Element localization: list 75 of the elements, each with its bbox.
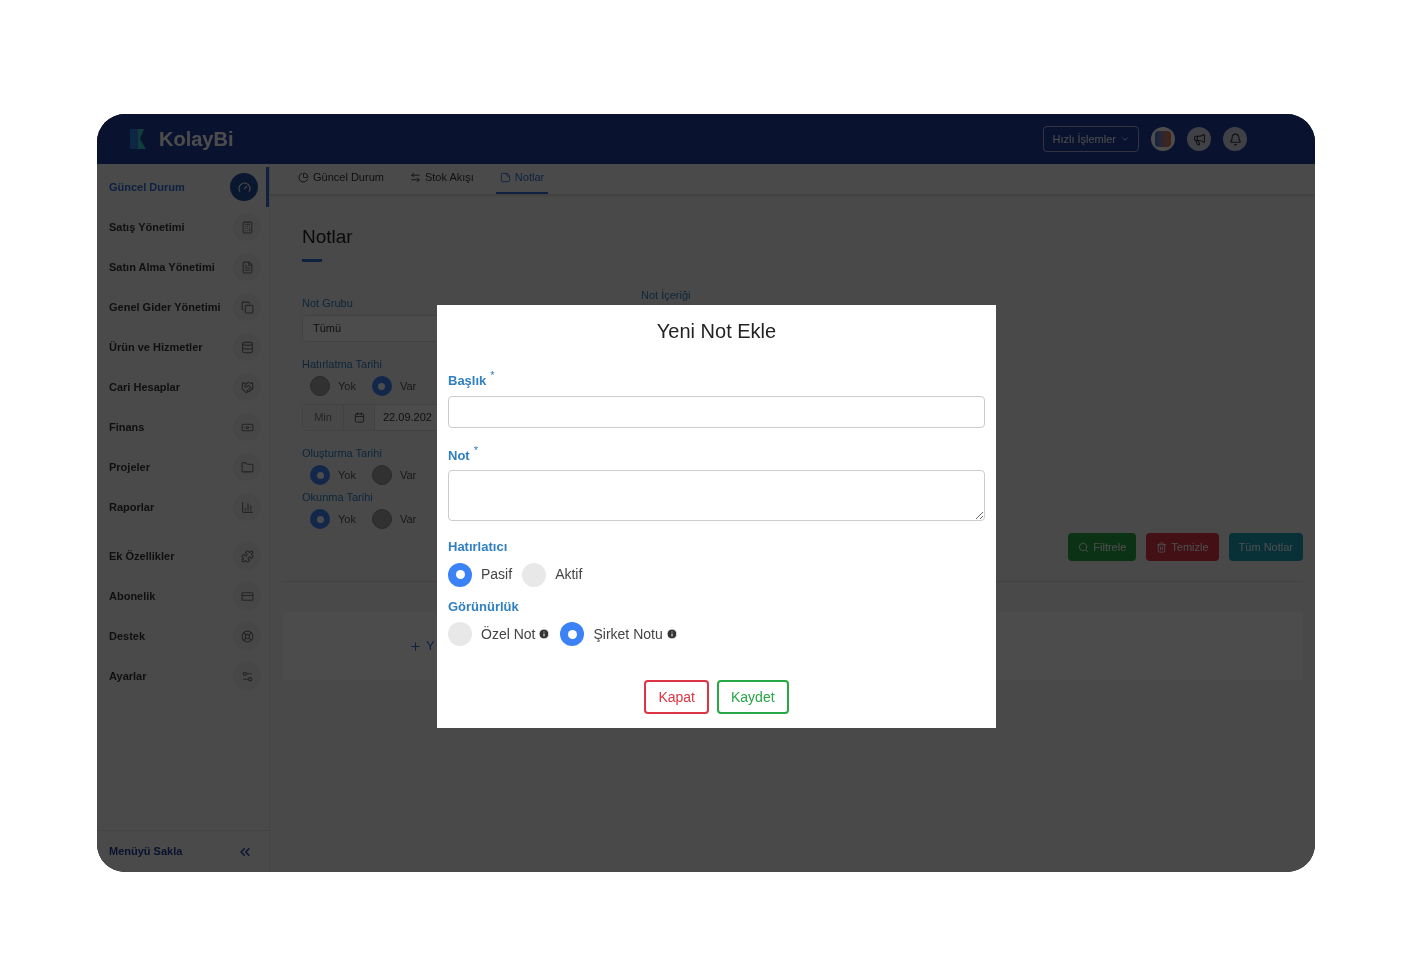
gauge-icon (237, 180, 251, 194)
avatar[interactable] (1151, 127, 1175, 151)
field-label: Başlık (448, 372, 487, 390)
hide-menu-button[interactable]: Menüyü Sakla (97, 830, 269, 872)
handshake-icon (240, 380, 254, 394)
announcement-button[interactable] (1187, 127, 1211, 151)
sidebar-item[interactable]: Satış Yönetimi (97, 207, 269, 247)
tab[interactable]: Güncel Durum (294, 163, 388, 194)
field-label: Hatırlatma Tarihi (302, 357, 382, 372)
bell-icon (1228, 132, 1242, 146)
sidebar-item[interactable]: Cari Hesaplar (97, 367, 269, 407)
add-note-button[interactable]: Y (409, 636, 435, 656)
sidebar-item[interactable]: Ek Özellikler (97, 536, 269, 576)
notification-button[interactable] (1223, 127, 1247, 151)
field-label: Hatırlatıcı (448, 538, 509, 556)
radio-label: Şirket Notu (593, 624, 663, 644)
field-label: Okunma Tarihi (302, 490, 373, 505)
radio-button[interactable] (371, 376, 392, 396)
radio-label: Aktif (555, 565, 583, 584)
sidebar-item[interactable]: Abonelik (97, 576, 269, 616)
field-label: Not (448, 446, 470, 465)
puzzle-icon (240, 549, 254, 563)
radio-button[interactable] (310, 509, 330, 529)
field-label: Not Grubu (302, 296, 354, 311)
bar-chart-icon (240, 500, 254, 514)
document-icon (240, 260, 254, 274)
sidebar-item[interactable]: Satın Alma Yönetimi (97, 247, 269, 287)
sidebar-item[interactable]: Raporlar (97, 487, 269, 527)
trash-icon (1156, 541, 1168, 553)
save-button[interactable]: Kaydet (717, 680, 789, 714)
calculator-icon (240, 220, 254, 234)
radio-button[interactable] (310, 465, 330, 485)
radio-label: Pasif (481, 565, 513, 584)
sidebar-item[interactable]: Ürün ve Hizmetler (97, 327, 269, 367)
sidebar-item[interactable]: Güncel Durum (97, 167, 269, 207)
sidebar-item[interactable]: Projeler (97, 447, 269, 487)
filter-button[interactable]: Filtrele (1068, 533, 1137, 561)
radio-button[interactable] (371, 465, 392, 485)
title-input[interactable] (448, 395, 985, 428)
tab[interactable]: Stok Akışı (405, 163, 478, 194)
modal-title: Yeni Not Ekle (656, 319, 777, 343)
search-icon (1078, 541, 1090, 553)
sidebar-item[interactable]: Destek (97, 616, 269, 656)
caret-icon (1120, 134, 1130, 144)
sidebar-item[interactable]: Ayarlar (97, 656, 269, 696)
radio-button[interactable] (310, 376, 330, 396)
radio-button[interactable] (371, 509, 392, 529)
pie-chart-icon (298, 172, 309, 183)
radio-label: Özel Not (481, 624, 536, 644)
required-mark: * (490, 368, 495, 383)
folder-icon (240, 460, 254, 474)
calendar-icon (353, 412, 365, 423)
required-mark: * (473, 442, 478, 458)
logo-text: KolayBi (159, 127, 234, 152)
note-icon (499, 172, 511, 183)
field-label: Oluşturma Tarihi (302, 446, 382, 461)
database-icon (240, 340, 254, 354)
radio-button[interactable] (448, 562, 472, 587)
megaphone-icon (1192, 132, 1206, 146)
all-notes-button[interactable]: Tüm Notlar (1228, 533, 1303, 561)
credit-card-icon (240, 589, 254, 603)
copy-icon (240, 300, 254, 314)
page-title: Notlar (302, 225, 354, 249)
field-label: Görünürlük (448, 597, 520, 616)
arrows-icon (409, 172, 421, 183)
field-label: Not İçeriği (641, 289, 691, 301)
sidebar-item[interactable]: Genel Gider Yönetimi (97, 287, 269, 327)
radio-button[interactable] (560, 622, 585, 646)
quick-actions-button[interactable]: Hızlı İşlemler (1043, 126, 1139, 152)
close-button[interactable]: Kapat (644, 680, 709, 714)
tab[interactable]: Notlar (495, 163, 549, 194)
lifebuoy-icon (240, 629, 254, 643)
note-textarea[interactable] (448, 470, 985, 521)
plus-icon (409, 639, 422, 653)
sidebar-item[interactable]: Finans (97, 407, 269, 447)
